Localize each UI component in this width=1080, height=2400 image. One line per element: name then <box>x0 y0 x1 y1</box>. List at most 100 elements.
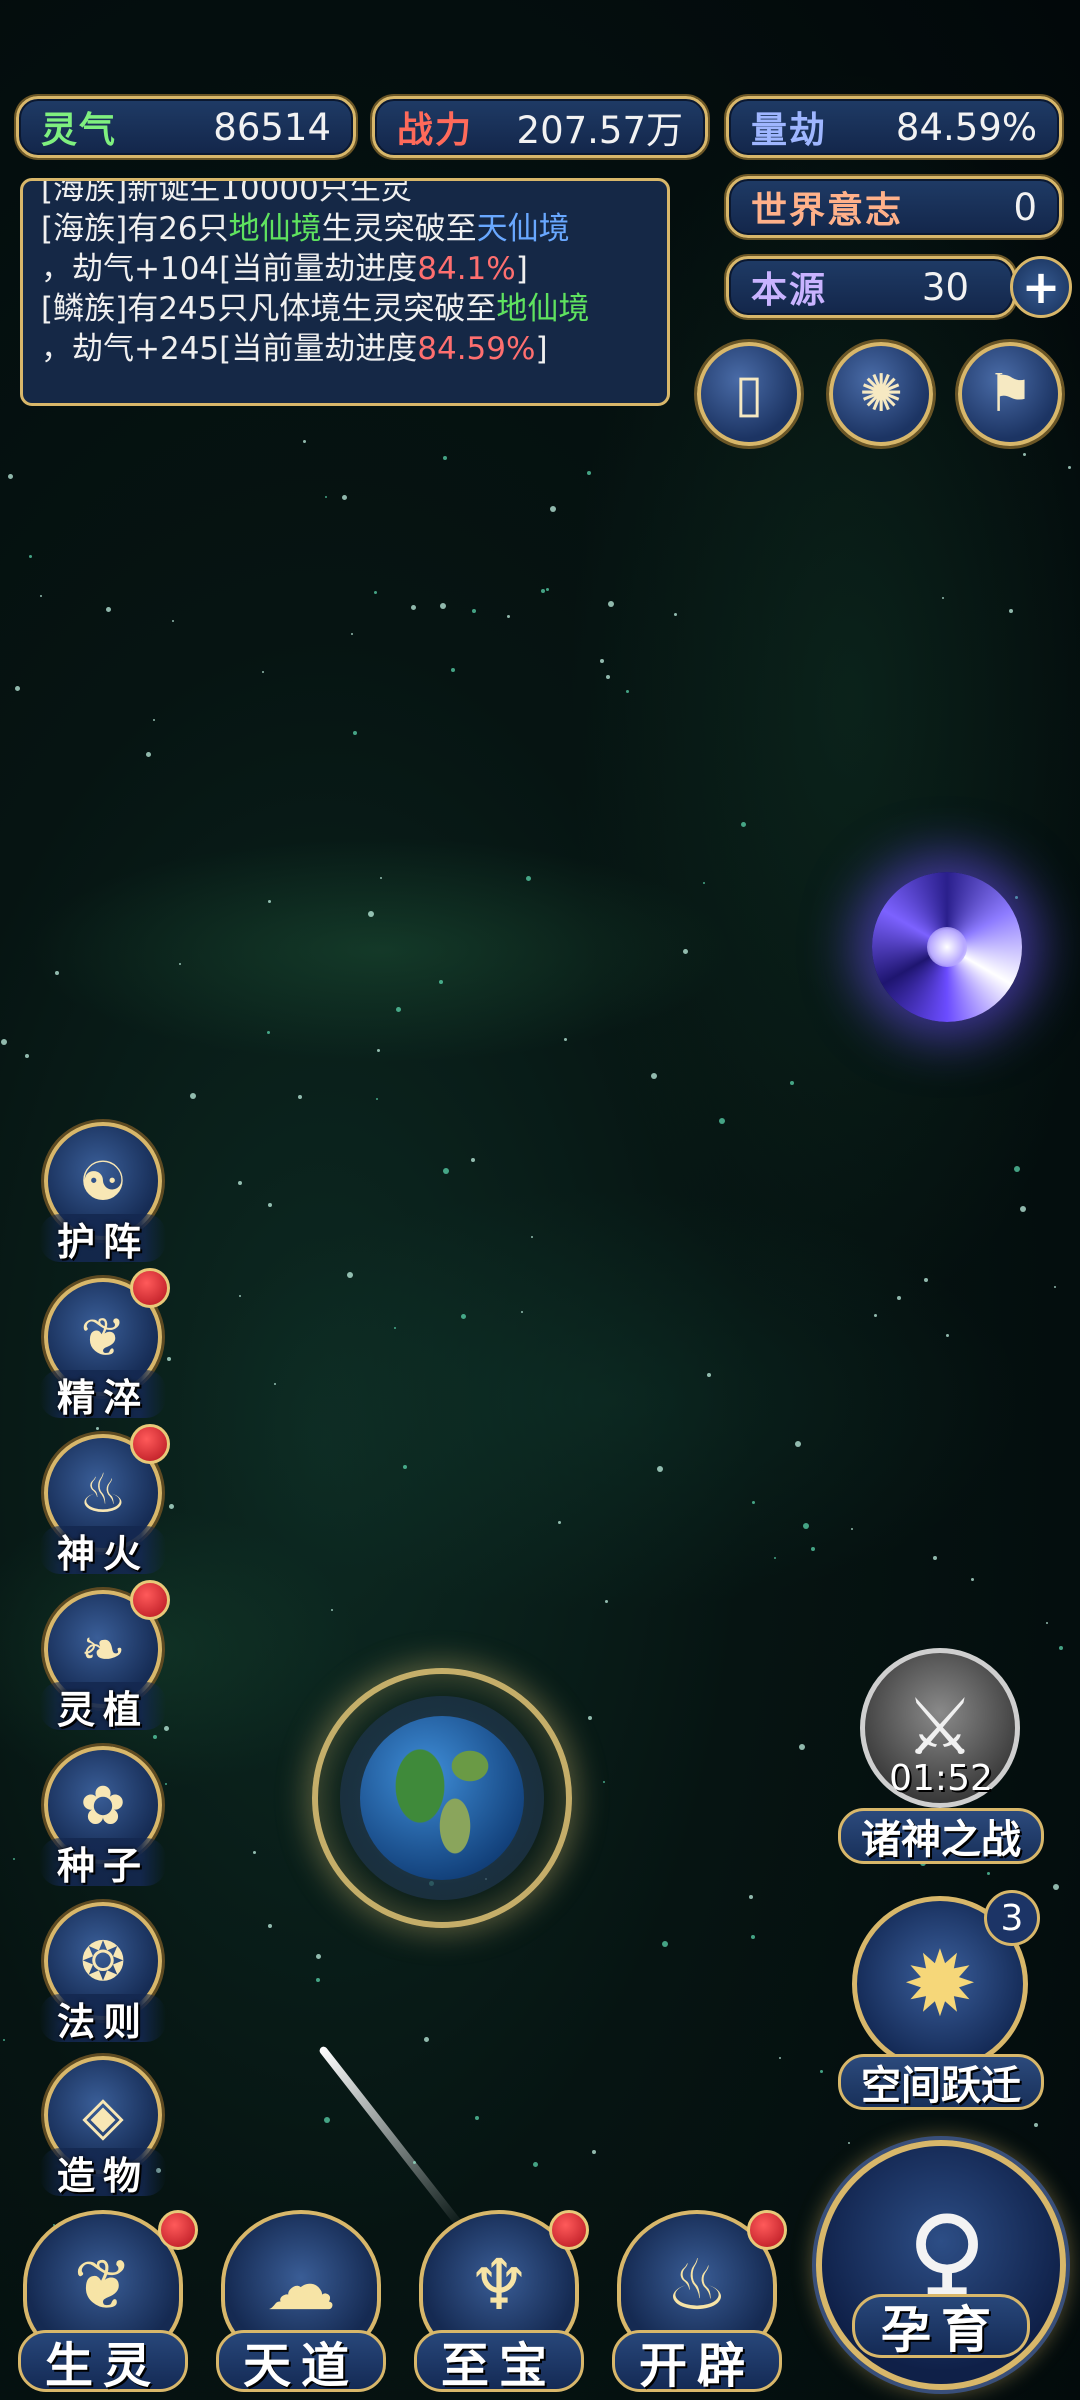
side-menu-label: 造物 <box>40 2148 166 2198</box>
star <box>507 615 510 618</box>
star <box>533 2162 538 2167</box>
star <box>172 620 174 622</box>
log-text: ，劫气+104[当前量劫进度 <box>41 251 418 287</box>
star <box>820 2070 823 2073</box>
side-menu-lingzhi[interactable]: ❧ 灵植 <box>38 1580 170 1732</box>
star <box>146 752 151 757</box>
benyuan-label: 本源 <box>751 269 828 311</box>
flag-button[interactable]: ⚑ <box>958 342 1062 446</box>
zhanli-stat: 战力 207.57万 <box>372 96 708 158</box>
breed-button[interactable]: ♀ 孕育 <box>816 2140 1066 2390</box>
star <box>752 1501 755 1504</box>
side-menu-label: 精淬 <box>40 1370 166 1420</box>
star <box>461 1314 466 1319</box>
star <box>268 900 271 903</box>
star <box>924 1278 928 1282</box>
star <box>795 1441 801 1447</box>
shijie-yizhi-value: 0 <box>1013 185 1037 229</box>
notification-badge <box>747 2210 787 2250</box>
side-menu-faze[interactable]: ❂ 法则 <box>38 1902 168 2044</box>
vortex-portal[interactable] <box>872 872 1022 1022</box>
nav-zhibao[interactable]: ♆ 至宝 <box>404 2200 594 2400</box>
card-button[interactable]: ▯ <box>697 342 801 446</box>
zhanli-label: 战力 <box>397 109 474 151</box>
log-line: [海族]新诞生10000只生灵 <box>41 178 412 207</box>
side-menu-zaowu[interactable]: ◈ 造物 <box>38 2056 168 2198</box>
star <box>587 471 591 475</box>
log-entry-1: [海族]有26只地仙境生灵突破至天仙境 ，劫气+104[当前量劫进度84.1%] <box>41 209 649 289</box>
notification-badge <box>549 2210 589 2250</box>
star <box>316 1954 321 1959</box>
star <box>403 1465 407 1469</box>
space-leap-label: 空间跃迁 <box>838 2054 1044 2110</box>
shijie-yizhi-label: 世界意志 <box>751 189 904 231</box>
star <box>443 1168 449 1174</box>
portal-button[interactable]: ✺ <box>829 342 933 446</box>
star <box>347 1272 353 1278</box>
star <box>439 980 443 984</box>
log-progress: 84.1% <box>417 251 516 287</box>
star <box>779 2057 781 2059</box>
star <box>848 2142 850 2144</box>
star <box>605 1600 608 1603</box>
star <box>331 1609 333 1611</box>
star <box>1068 466 1071 469</box>
side-menu-huzhen[interactable]: ☯ 护阵 <box>38 1122 168 1264</box>
nav-tiandao[interactable]: ☁ 天道 <box>206 2200 396 2400</box>
side-menu-shenhuo[interactable]: ♨ 神火 <box>38 1424 170 1576</box>
star <box>603 1781 605 1783</box>
add-benyuan-button[interactable]: + <box>1010 256 1072 318</box>
star <box>674 613 677 616</box>
star <box>606 675 610 679</box>
star <box>303 440 306 443</box>
log-realm: 地仙境 <box>228 211 322 247</box>
star <box>274 1383 276 1385</box>
star <box>803 1523 809 1529</box>
gods-war-button[interactable]: ⚔ 01:52 诸神之战 <box>838 1648 1044 1868</box>
lingqi-label: 灵气 <box>41 109 118 151</box>
star <box>353 731 357 735</box>
star <box>851 1528 853 1530</box>
star <box>374 591 377 594</box>
star <box>443 456 447 460</box>
world-planet[interactable] <box>360 1716 524 1880</box>
star <box>179 963 181 965</box>
star <box>475 2116 479 2120</box>
log-text: ] <box>515 251 528 287</box>
notification-badge <box>130 1580 170 1620</box>
star <box>550 506 556 512</box>
star <box>472 609 476 613</box>
liangjie-stat[interactable]: 量劫 84.59% <box>726 96 1062 158</box>
star <box>1046 1622 1048 1624</box>
star <box>15 686 20 691</box>
star <box>799 1744 805 1750</box>
nav-kaipi[interactable]: ♨ 开辟 <box>602 2200 792 2400</box>
star <box>471 1158 475 1162</box>
star <box>153 1735 157 1739</box>
star <box>662 1941 668 1947</box>
shijie-yizhi-stat[interactable]: 世界意志 0 <box>726 176 1062 238</box>
space-leap-button[interactable]: ✹ 3 空间跃迁 <box>838 1890 1044 2112</box>
star <box>521 1311 523 1313</box>
star <box>683 949 688 954</box>
notification-badge <box>130 1424 170 1464</box>
star <box>592 2150 596 2154</box>
star <box>719 1118 725 1124</box>
star <box>324 2117 330 2123</box>
star <box>342 495 347 500</box>
star <box>600 659 604 663</box>
side-menu-jingcui[interactable]: ❦ 精淬 <box>38 1268 170 1420</box>
liangjie-label: 量劫 <box>751 109 828 151</box>
star <box>657 1466 663 1472</box>
star <box>8 474 13 479</box>
gods-war-timer: 01:52 <box>889 1758 993 1799</box>
star <box>451 668 455 672</box>
star <box>707 1373 711 1377</box>
side-menu-label: 护阵 <box>40 1214 166 1264</box>
side-menu-zhongzi[interactable]: ✿ 种子 <box>38 1746 168 1888</box>
star <box>546 588 549 591</box>
notification-badge <box>130 1268 170 1308</box>
star <box>29 555 32 558</box>
nav-label: 开辟 <box>612 2330 782 2394</box>
nav-shengling[interactable]: ❦ 生灵 <box>8 2200 198 2400</box>
